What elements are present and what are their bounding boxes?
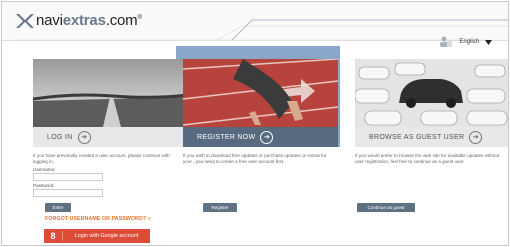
register-image	[183, 59, 338, 127]
forgot-arrow: »	[147, 216, 151, 222]
login-bar[interactable]: LOG IN ➔	[33, 127, 188, 147]
username-label: Username:	[33, 167, 56, 172]
guest-image	[355, 59, 508, 127]
guest-description: If you would prefer to browse the web si…	[355, 153, 500, 164]
google-icon: 8	[44, 231, 63, 241]
forgot-password-text: FORGOT USERNAME OR PASSWORD?	[45, 216, 147, 222]
register-title: REGISTER NOW	[197, 133, 256, 141]
enter-button[interactable]: Enter	[45, 203, 71, 212]
google-login-button[interactable]: 8 Login with Google account	[44, 229, 150, 243]
register-bar[interactable]: REGISTER NOW ➔	[183, 127, 338, 147]
google-login-label: Login with Google account	[74, 233, 139, 239]
page-frame: naviextras.com® English LOG IN ➔ If you …	[1, 1, 509, 246]
password-field[interactable]	[33, 189, 103, 197]
arrow-right-icon[interactable]: ➔	[260, 130, 274, 144]
guest-bar[interactable]: BROWSE AS GUEST USER ➔	[355, 127, 508, 147]
language-label: English	[459, 39, 479, 45]
guest-title: BROWSE AS GUEST USER	[369, 133, 465, 141]
username-field[interactable]	[33, 173, 103, 181]
user-icon	[440, 36, 453, 47]
password-label: Password:	[33, 183, 55, 188]
register-description: If you wish to download free updates or …	[183, 153, 327, 164]
login-image	[33, 59, 188, 127]
login-title: LOG IN	[47, 133, 73, 141]
register-button[interactable]: Register	[203, 203, 237, 212]
chevron-down-icon	[485, 39, 492, 45]
forgot-password-link[interactable]: FORGOT USERNAME OR PASSWORD? »	[45, 216, 151, 222]
language-selector[interactable]: English	[439, 36, 492, 48]
continue-as-guest-button[interactable]: Continue as guest	[357, 203, 415, 212]
arrow-right-icon[interactable]: ➔	[469, 130, 483, 144]
login-description: If you have previously created a user ac…	[33, 153, 170, 164]
login-form: Username: Password:	[33, 167, 103, 199]
arrow-right-icon[interactable]: ➔	[77, 130, 91, 144]
